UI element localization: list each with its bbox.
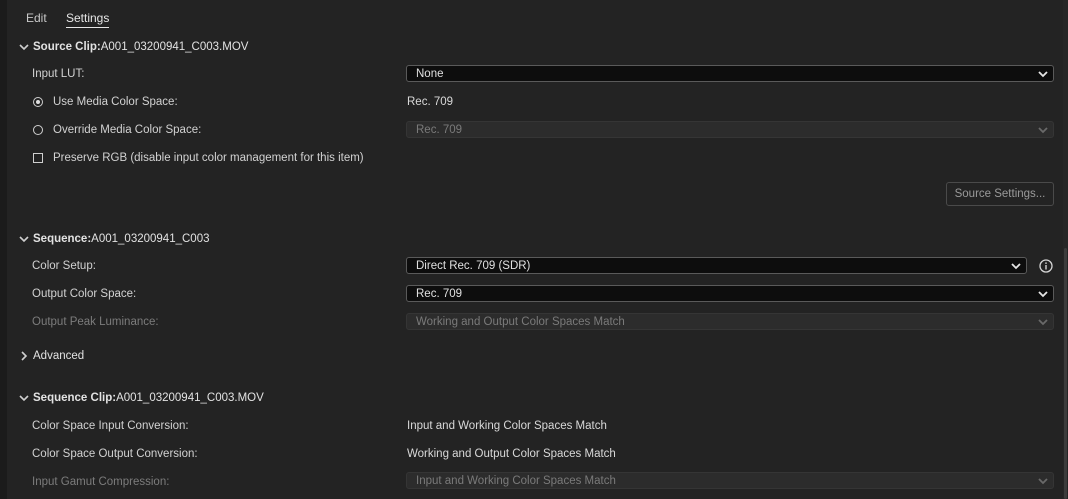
- chevron-down-icon: [19, 236, 29, 243]
- color-settings-panel: Edit Settings Source Clip: A001_03200941…: [0, 0, 1068, 499]
- input-lut-dropdown[interactable]: None: [406, 65, 1054, 82]
- input-gamut-compression-label: Input Gamut Compression:: [32, 476, 170, 488]
- sequence-clip-title-label: Sequence Clip:: [33, 392, 117, 404]
- chevron-down-icon: [1011, 263, 1021, 270]
- color-space-output-conversion-label: Color Space Output Conversion:: [32, 448, 198, 460]
- chevron-down-icon: [19, 395, 29, 402]
- color-space-input-conversion-label: Color Space Input Conversion:: [32, 420, 189, 432]
- output-color-space-dropdown[interactable]: Rec. 709: [406, 285, 1054, 302]
- color-setup-value: Direct Rec. 709 (SDR): [416, 260, 531, 272]
- color-setup-dropdown[interactable]: Direct Rec. 709 (SDR): [406, 257, 1027, 274]
- chevron-down-icon: [19, 44, 29, 51]
- override-media-color-space-radio[interactable]: [33, 125, 43, 135]
- preserve-rgb-label: Preserve RGB (disable input color manage…: [53, 152, 364, 164]
- color-space-input-conversion-value: Input and Working Color Spaces Match: [407, 420, 607, 432]
- color-setup-label: Color Setup:: [32, 260, 96, 272]
- info-icon[interactable]: [1039, 259, 1053, 273]
- preserve-rgb-checkbox[interactable]: [33, 153, 43, 163]
- tab-settings[interactable]: Settings: [66, 10, 110, 28]
- output-peak-luminance-label: Output Peak Luminance:: [32, 316, 159, 328]
- advanced-label: Advanced: [33, 350, 85, 362]
- input-gamut-compression-value: Input and Working Color Spaces Match: [416, 475, 616, 487]
- output-peak-luminance-dropdown: Working and Output Color Spaces Match: [406, 313, 1054, 330]
- tab-bar: Edit Settings: [0, 0, 1060, 32]
- media-color-space-value: Rec. 709: [407, 96, 454, 108]
- advanced-section-toggle[interactable]: Advanced: [18, 347, 84, 365]
- color-space-output-conversion-value: Working and Output Color Spaces Match: [407, 448, 616, 460]
- chevron-down-icon: [1038, 71, 1048, 78]
- output-peak-luminance-value: Working and Output Color Spaces Match: [416, 316, 625, 328]
- sequence-name: A001_03200941_C003: [91, 233, 210, 245]
- chevron-down-icon: [1038, 319, 1048, 326]
- chevron-down-icon: [1038, 291, 1048, 298]
- sequence-clip-name: A001_03200941_C003.MOV: [116, 392, 264, 404]
- output-color-space-value: Rec. 709: [416, 288, 463, 300]
- override-media-color-space-label: Override Media Color Space:: [53, 124, 202, 136]
- panel-left-edge: [0, 0, 7, 499]
- source-clip-name: A001_03200941_C003.MOV: [100, 41, 249, 53]
- sequence-title-label: Sequence:: [33, 233, 92, 245]
- output-color-space-label: Output Color Space:: [32, 288, 137, 300]
- chevron-down-icon: [1038, 478, 1048, 485]
- sequence-section-header[interactable]: Sequence: A001_03200941_C003: [18, 230, 209, 248]
- sequence-clip-section-header[interactable]: Sequence Clip: A001_03200941_C003.MOV: [18, 389, 264, 407]
- source-clip-title-label: Source Clip:: [33, 41, 101, 53]
- override-color-space-dropdown: Rec. 709: [406, 121, 1054, 138]
- input-gamut-compression-dropdown: Input and Working Color Spaces Match: [406, 472, 1054, 489]
- input-lut-value: None: [416, 68, 444, 80]
- chevron-right-icon: [21, 351, 28, 361]
- scrollbar-thumb[interactable]: [1064, 248, 1067, 499]
- source-clip-section-header[interactable]: Source Clip: A001_03200941_C003.MOV: [18, 38, 248, 56]
- source-settings-button[interactable]: Source Settings...: [946, 182, 1054, 206]
- tab-edit[interactable]: Edit: [26, 10, 47, 26]
- use-media-color-space-label: Use Media Color Space:: [53, 96, 178, 108]
- chevron-down-icon: [1038, 127, 1048, 134]
- use-media-color-space-radio[interactable]: [33, 97, 43, 107]
- input-lut-label: Input LUT:: [32, 68, 85, 80]
- override-color-space-value: Rec. 709: [416, 124, 463, 136]
